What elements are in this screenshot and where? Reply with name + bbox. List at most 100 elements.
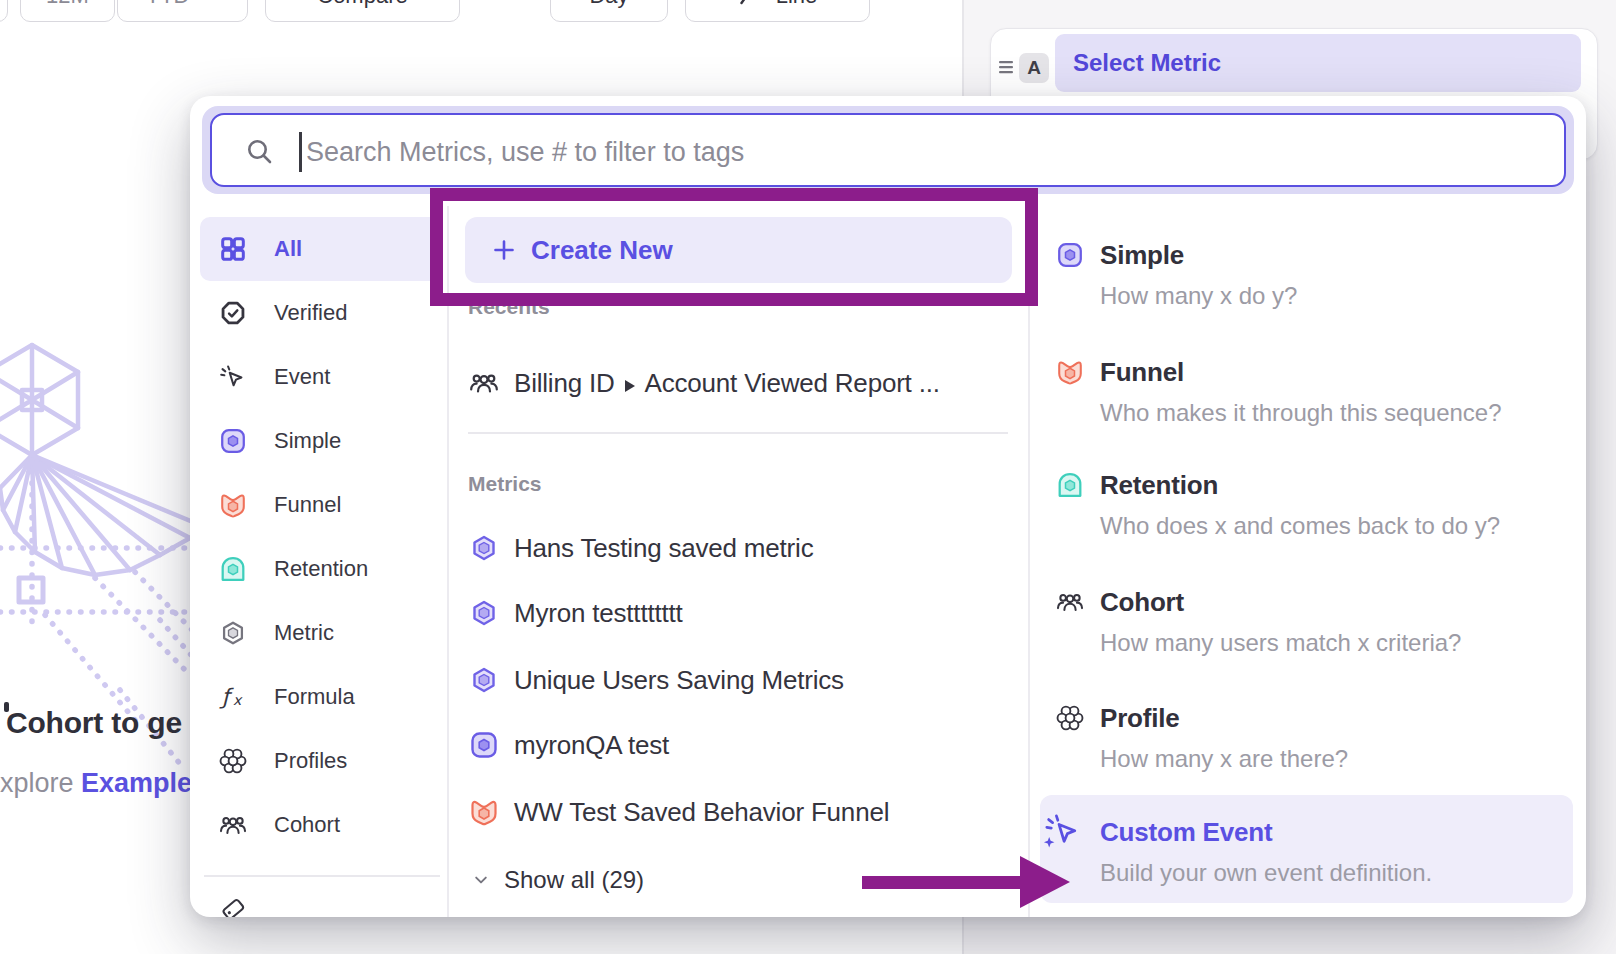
grid-icon <box>218 234 248 264</box>
interval-day-button[interactable]: Day <box>550 0 668 22</box>
breadcrumb-caret-icon <box>625 380 635 392</box>
sidebar-item-label: Profiles <box>274 748 347 774</box>
metric-item-label: Unique Users Saving Metrics <box>514 665 844 696</box>
select-metric-button[interactable]: Select Metric <box>1055 34 1581 92</box>
recents-divider <box>468 432 1008 434</box>
sidebar-bottom-divider <box>204 875 440 877</box>
column-divider <box>1028 206 1030 917</box>
wireframe-illustration <box>0 320 200 840</box>
metric-type-title[interactable]: Retention <box>1100 470 1218 501</box>
annotation-arrow-head <box>1020 856 1070 908</box>
metric-item[interactable]: myronQA test <box>468 713 1008 777</box>
metric-icon <box>218 618 248 648</box>
simple-icon <box>468 729 500 761</box>
range-12m-button[interactable]: 12M <box>20 0 115 22</box>
sidebar-item-retention[interactable]: Retention <box>200 537 440 601</box>
tag-icon <box>218 894 248 917</box>
sidebar-item-label: Funnel <box>274 492 341 518</box>
toolbar-button-partial[interactable] <box>0 0 8 22</box>
retention-icon <box>1055 470 1085 500</box>
button-label: 12M <box>46 0 89 9</box>
metric-type-title[interactable]: Profile <box>1100 703 1180 734</box>
chart-type-line-button[interactable]: Line <box>685 0 870 22</box>
show-all-label: Show all (29) <box>504 866 644 894</box>
metrics-heading: Metrics <box>468 472 542 496</box>
simple-icon <box>218 426 248 456</box>
search-focus-ring: Search Metrics, use # to filter to tags <box>202 106 1574 194</box>
button-label: Line <box>776 0 818 9</box>
custom-event-icon <box>1040 810 1082 852</box>
annotation-arrow <box>862 876 1020 889</box>
metric-type-description: Who does x and comes back to do y? <box>1100 512 1500 540</box>
text-caret <box>299 132 302 172</box>
sidebar-divider <box>447 206 449 917</box>
sidebar-item-verified[interactable]: Verified <box>200 281 440 345</box>
profiles-icon <box>1055 703 1085 733</box>
cohort-icon <box>1055 587 1085 617</box>
search-icon <box>244 136 276 168</box>
event-icon <box>218 362 248 392</box>
funnel-icon <box>1055 357 1085 387</box>
line-chart-icon <box>738 0 766 10</box>
subtext-fragment: xplore <box>0 768 74 798</box>
search-input[interactable]: Search Metrics, use # to filter to tags <box>210 113 1566 187</box>
funnel-icon <box>468 796 500 828</box>
metric-item-label: Hans Testing saved metric <box>514 533 813 564</box>
sidebar-item-label: Event <box>274 364 330 390</box>
show-all-button[interactable]: Show all (29) <box>470 848 870 912</box>
range-ytd-button[interactable]: YTD <box>117 0 248 22</box>
verified-icon <box>218 298 248 328</box>
cohort-icon <box>468 367 500 399</box>
metric-type-description: How many x do y? <box>1100 282 1297 310</box>
profiles-icon <box>218 746 248 776</box>
recent-item-suffix: Account Viewed Report ... <box>645 368 940 398</box>
metric-type-description: Who makes it through this sequence? <box>1100 399 1502 427</box>
metric-type-title[interactable]: Funnel <box>1100 357 1184 388</box>
metric-item[interactable]: Myron testttttttt <box>468 581 1008 645</box>
sidebar-item-label: Retention <box>274 556 368 582</box>
sidebar-item-label: Verified <box>274 300 347 326</box>
simple-icon <box>1055 240 1085 270</box>
metric-item-label: WW Test Saved Behavior Funnel <box>514 797 889 828</box>
sidebar-item-cohort[interactable]: Cohort <box>200 793 440 857</box>
sidebar-item-formula[interactable]: ƒx Formula <box>200 665 440 729</box>
sidebar-item-label: Cohort <box>274 812 340 838</box>
metric-type-title[interactable]: Cohort <box>1100 587 1184 618</box>
metric-item[interactable]: WW Test Saved Behavior Funnel <box>468 780 1008 844</box>
sidebar-item-funnel[interactable]: Funnel <box>200 473 440 537</box>
svg-text:x: x <box>233 692 243 708</box>
sidebar-item-metric[interactable]: Metric <box>200 601 440 665</box>
chevron-down-icon <box>200 0 220 6</box>
button-label: YTD <box>146 0 190 9</box>
empty-state-subtext: xplore Example R <box>0 768 219 799</box>
sidebar-item-label: Simple <box>274 428 341 454</box>
metric-type-description: How many x are there? <box>1100 745 1348 773</box>
compare-button[interactable]: Compare <box>265 0 460 22</box>
metric-item[interactable]: Unique Users Saving Metrics <box>468 648 1008 712</box>
drag-handle-icon[interactable] <box>998 59 1014 75</box>
metric-type-title[interactable]: Custom Event <box>1100 817 1272 848</box>
empty-state-headline: Cohort to ge <box>6 706 182 740</box>
funnel-icon <box>218 490 248 520</box>
sidebar-item-label: Metric <box>274 620 334 646</box>
metric-type-description: Build your own event definition. <box>1100 859 1432 887</box>
sidebar-item-profiles[interactable]: Profiles <box>200 729 440 793</box>
recent-item-billing[interactable]: Billing ID Account Viewed Report ... <box>468 351 1008 415</box>
select-metric-label: Select Metric <box>1073 49 1221 77</box>
metric-hex-icon <box>468 664 500 696</box>
metric-item-label: myronQA test <box>514 730 669 761</box>
sidebar-item-label: All <box>274 236 302 262</box>
search-placeholder: Search Metrics, use # to filter to tags <box>306 115 744 189</box>
metric-item[interactable]: Hans Testing saved metric <box>468 516 1008 580</box>
example-link-label: Example <box>81 768 192 798</box>
metric-item-label: Myron testttttttt <box>514 598 683 629</box>
sidebar-item-all[interactable]: All <box>200 217 440 281</box>
series-badge: A <box>1019 53 1049 83</box>
recent-item-prefix: Billing ID <box>514 368 615 398</box>
sidebar-item-event[interactable]: Event <box>200 345 440 409</box>
chevron-down-icon <box>470 869 492 891</box>
sidebar-item-simple[interactable]: Simple <box>200 409 440 473</box>
button-label: Compare <box>317 0 407 9</box>
metric-type-title[interactable]: Simple <box>1100 240 1184 271</box>
retention-icon <box>218 554 248 584</box>
